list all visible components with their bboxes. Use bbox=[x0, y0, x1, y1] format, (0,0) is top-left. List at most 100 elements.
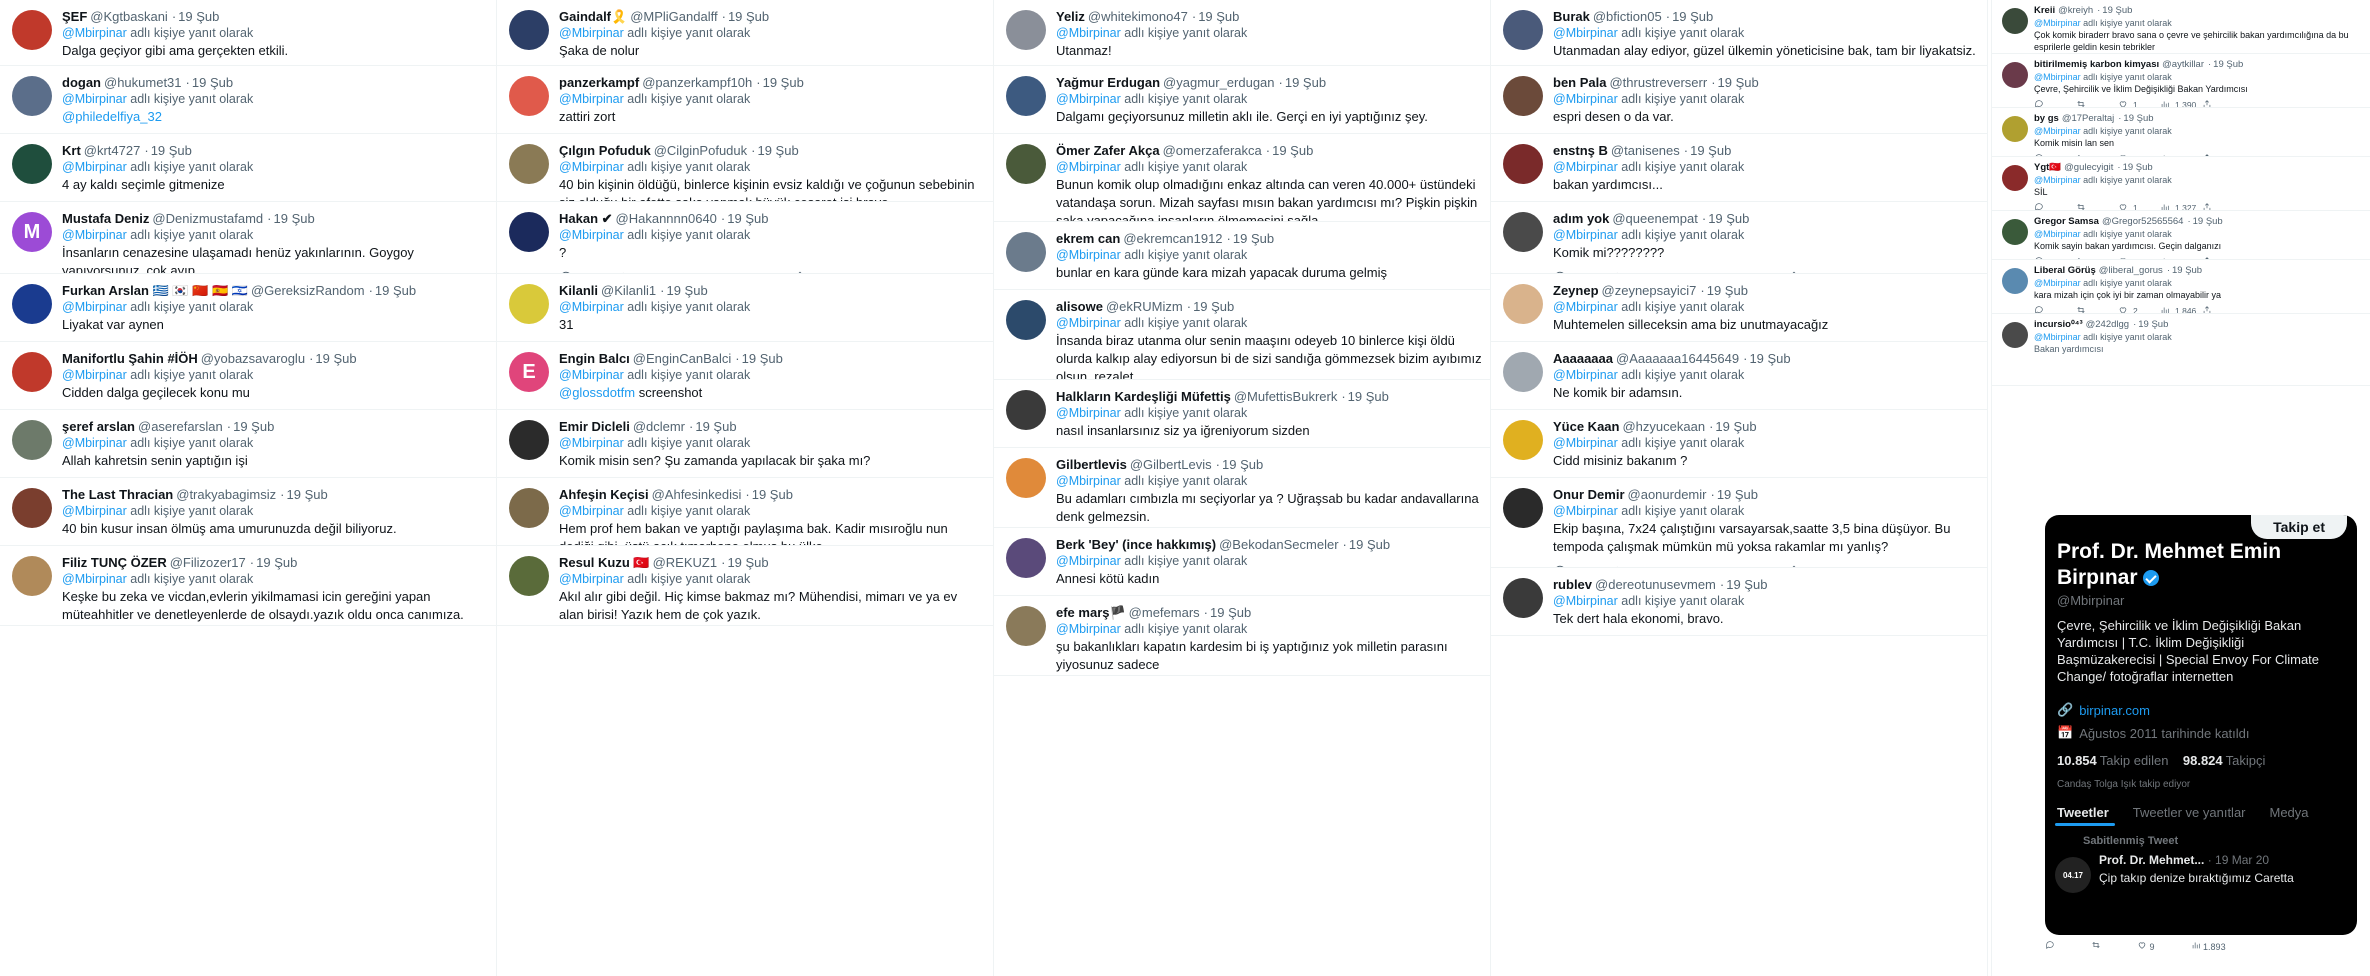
tweet-date[interactable]: 19 Şub bbox=[1715, 419, 1756, 434]
reply-mention[interactable]: @Mbirpinar bbox=[62, 92, 127, 106]
tweet-item[interactable]: ŞEF @Kgtbaskani · 19 Şub @Mbirpinar adlı kiş… bbox=[0, 0, 496, 66]
tweet-item[interactable]: şeref arslan @aserefarslan · 19 Şub @Mbirpin… bbox=[0, 410, 496, 478]
tweet-item[interactable]: Ahfeşin Keçisi @Ahfesinkedisi · 19 Şub @Mbir… bbox=[497, 478, 993, 546]
author-name[interactable]: Gilbertlevis bbox=[1056, 457, 1127, 472]
reply-mention[interactable]: @Mbirpinar bbox=[559, 26, 624, 40]
tweet-item[interactable]: E Engin Balcı @EnginCanBalci · 19 Şub @Mbirpi… bbox=[497, 342, 993, 410]
avatar[interactable] bbox=[12, 352, 52, 392]
author-name[interactable]: Gaindalf🎗️ bbox=[559, 9, 627, 24]
share-button[interactable] bbox=[2202, 99, 2222, 107]
author-handle[interactable]: @aserefarslan bbox=[138, 419, 223, 434]
author-name[interactable]: bitirilmemiş karbon kimyası bbox=[2034, 59, 2159, 70]
avatar[interactable]: E bbox=[509, 352, 549, 392]
author-name[interactable]: Krt bbox=[62, 143, 81, 158]
reply-mention[interactable]: @Mbirpinar bbox=[1056, 554, 1121, 568]
tweet-item[interactable]: incursio⁰⁴³ @242dlgg · 19 Şub @Mbirpinar adl… bbox=[1992, 314, 2370, 386]
author-name[interactable]: Manifortlu Şahin #İÖH bbox=[62, 351, 198, 366]
reply-mention[interactable]: @Mbirpinar bbox=[1056, 92, 1121, 106]
author-handle[interactable]: @GilbertLevis bbox=[1130, 457, 1212, 472]
reply-button[interactable] bbox=[2034, 202, 2076, 210]
share-button[interactable] bbox=[2202, 202, 2222, 210]
author-name[interactable]: rublev bbox=[1553, 577, 1592, 592]
tweet-item[interactable]: Liberal Görüş @liberal_gorus · 19 Şub @Mbirp… bbox=[1992, 260, 2370, 314]
tweet-date[interactable]: 19 Şub bbox=[2102, 5, 2132, 16]
profile-handle[interactable]: @Mbirpinar bbox=[2057, 593, 2124, 608]
author-handle[interactable]: @aonurdemir bbox=[1628, 487, 1707, 502]
reply-mention[interactable]: @Mbirpinar bbox=[62, 300, 127, 314]
avatar[interactable] bbox=[2002, 322, 2028, 348]
avatar[interactable] bbox=[1503, 420, 1543, 460]
avatar[interactable] bbox=[2002, 165, 2028, 191]
avatar[interactable] bbox=[2002, 219, 2028, 245]
author-name[interactable]: şeref arslan bbox=[62, 419, 135, 434]
reply-icon[interactable] bbox=[2045, 940, 2055, 952]
author-name[interactable]: Furkan Arslan 🇬🇷 🇰🇷 🇨🇳 🇪🇸 🇮🇱 bbox=[62, 283, 248, 298]
author-name[interactable]: Resul Kuzu 🇹🇷 bbox=[559, 555, 650, 570]
author-handle[interactable]: @Gregor52565564 bbox=[2102, 216, 2183, 227]
author-handle[interactable]: @hukumet31 bbox=[104, 75, 182, 90]
tweet-date[interactable]: 19 Şub bbox=[1690, 143, 1731, 158]
author-handle[interactable]: @thrustreverserr bbox=[1609, 75, 1707, 90]
author-handle[interactable]: @hzyucekaan bbox=[1622, 419, 1705, 434]
avatar[interactable] bbox=[1503, 76, 1543, 116]
author-name[interactable]: Emir Dicleli bbox=[559, 419, 630, 434]
follow-button[interactable]: Takip et bbox=[2251, 515, 2347, 539]
tweet-item[interactable]: Yağmur Erdugan @yagmur_erdugan · 19 Şub @Mbi… bbox=[994, 66, 1490, 134]
avatar[interactable] bbox=[1006, 458, 1046, 498]
author-name[interactable]: by gs bbox=[2034, 113, 2059, 124]
tweet-date[interactable]: 19 Şub bbox=[375, 283, 416, 298]
author-name[interactable]: ekrem can bbox=[1056, 231, 1120, 246]
reply-mention[interactable]: @Mbirpinar bbox=[1553, 504, 1618, 518]
retweet-button[interactable] bbox=[2076, 99, 2118, 107]
avatar[interactable] bbox=[509, 556, 549, 596]
tweet-date[interactable]: 19 Şub bbox=[256, 555, 297, 570]
tweet-item[interactable]: Berk 'Bey' (ince hakkımış) @BekodanSecmel… bbox=[994, 528, 1490, 596]
author-handle[interactable]: @dereotunusevmem bbox=[1595, 577, 1716, 592]
views-button[interactable]: 1.327 bbox=[2160, 202, 2202, 210]
reply-mention[interactable]: @Mbirpinar bbox=[2034, 332, 2081, 342]
author-name[interactable]: dogan bbox=[62, 75, 101, 90]
author-name[interactable]: adım yok bbox=[1553, 211, 1609, 226]
tweet-item[interactable]: ben Pala @thrustreverserr · 19 Şub @Mbirpina… bbox=[1491, 66, 1987, 134]
author-handle[interactable]: @ekremcan1912 bbox=[1123, 231, 1222, 246]
author-name[interactable]: Ömer Zafer Akça bbox=[1056, 143, 1160, 158]
tweet-date[interactable]: 19 Şub bbox=[1717, 487, 1758, 502]
author-name[interactable]: Burak bbox=[1553, 9, 1590, 24]
tweet-item[interactable]: Gilbertlevis @GilbertLevis · 19 Şub @Mbirpin… bbox=[994, 448, 1490, 528]
author-handle[interactable]: @liberal_gorus bbox=[2099, 265, 2163, 276]
reply-mention[interactable]: @Mbirpinar bbox=[62, 160, 127, 174]
like-button[interactable]: 1 bbox=[2118, 99, 2160, 107]
reply-mention[interactable]: @Mbirpinar bbox=[2034, 72, 2081, 82]
reply-mention[interactable]: @Mbirpinar bbox=[1056, 248, 1121, 262]
author-handle[interactable]: @mefemars bbox=[1129, 605, 1200, 620]
avatar[interactable] bbox=[509, 10, 549, 50]
tweet-date[interactable]: 19 Şub bbox=[1285, 75, 1326, 90]
author-handle[interactable]: @Denizmustafamd bbox=[152, 211, 263, 226]
avatar[interactable] bbox=[1006, 300, 1046, 340]
avatar[interactable] bbox=[12, 488, 52, 528]
reply-button[interactable] bbox=[2034, 305, 2076, 313]
tweet-item[interactable]: Yüce Kaan @hzyucekaan · 19 Şub @Mbirpinar ad… bbox=[1491, 410, 1987, 478]
author-handle[interactable]: @GereksizRandom bbox=[251, 283, 365, 298]
tweet-item[interactable]: The Last Thracian @trakyabagimsiz · 19 Şub @… bbox=[0, 478, 496, 546]
retweet-icon[interactable] bbox=[2091, 940, 2101, 952]
reply-mention[interactable]: @Mbirpinar bbox=[1056, 26, 1121, 40]
author-handle[interactable]: @yagmur_erdugan bbox=[1163, 75, 1274, 90]
author-name[interactable]: panzerkampf bbox=[559, 75, 639, 90]
reply-mention[interactable]: @Mbirpinar bbox=[1553, 92, 1618, 106]
like-button[interactable]: 9 bbox=[2137, 940, 2155, 952]
like-button[interactable]: 1 bbox=[2118, 202, 2160, 210]
tweet-date[interactable]: 19 Şub bbox=[2123, 113, 2153, 124]
avatar[interactable] bbox=[12, 556, 52, 596]
author-name[interactable]: alisowe bbox=[1056, 299, 1103, 314]
author-name[interactable]: The Last Thracian bbox=[62, 487, 173, 502]
tweet-item[interactable]: Zeynep @zeynepsayici7 · 19 Şub @Mbirpinar ad… bbox=[1491, 274, 1987, 342]
reply-mention[interactable]: @Mbirpinar bbox=[1553, 160, 1618, 174]
author-name[interactable]: Filiz TUNÇ ÖZER bbox=[62, 555, 167, 570]
followers-count[interactable]: 98.824 bbox=[2183, 753, 2223, 768]
author-handle[interactable]: @BekodanSecmeler bbox=[1219, 537, 1338, 552]
tweet-mention[interactable]: @glossdotfm bbox=[559, 385, 635, 400]
avatar[interactable] bbox=[1503, 144, 1543, 184]
reply-button[interactable] bbox=[1553, 636, 1613, 637]
tweet-date[interactable]: 19 Şub bbox=[1272, 143, 1313, 158]
